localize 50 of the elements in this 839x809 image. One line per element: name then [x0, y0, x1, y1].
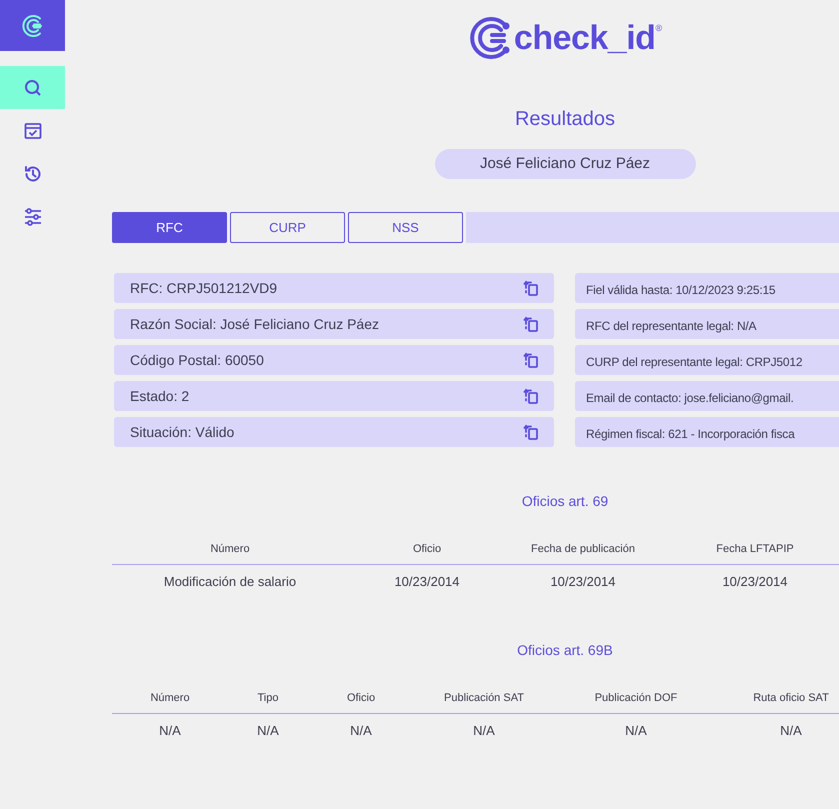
table-cell-text: Modificación de salario	[162, 574, 298, 589]
column-header: Ruta oficio SAT	[752, 692, 830, 704]
table-cell-text: N/A	[472, 723, 496, 738]
field-text: Razón Social: José Feliciano Cruz Páez	[130, 316, 380, 332]
field-text: RFC: CRPJ501212VD9	[130, 280, 278, 296]
tab[interactable]: RFC	[112, 212, 227, 243]
field-text: RFC del representante legal: N/A	[586, 319, 756, 333]
column-header: Fecha de publicación	[530, 543, 636, 555]
column-header: Publicación SAT	[443, 692, 525, 704]
column-header: Número	[149, 692, 191, 704]
column-header: Oficio	[412, 543, 442, 555]
column-header: Publicación DOF	[594, 692, 678, 704]
tab[interactable]: NSS	[348, 212, 463, 243]
table-cell-text: N/A	[779, 723, 803, 738]
field-text: Situación: Válido	[130, 424, 234, 440]
results-title: Resultados	[514, 107, 616, 132]
field-text: Email de contacto: jose.feliciano@gmail.	[586, 391, 794, 405]
copy-icon[interactable]	[522, 423, 540, 441]
table-cell-text: 10/23/2014	[721, 574, 789, 589]
field-text: Régimen fiscal: 621 - Incorporación fisca	[586, 427, 795, 441]
logo-icon	[20, 14, 44, 38]
table-cell-text: 10/23/2014	[393, 574, 461, 589]
field-text: Fiel válida hasta: 10/12/2023 9:25:15	[586, 283, 776, 297]
history-icon	[22, 164, 42, 184]
section-title: Oficios art. 69	[522, 493, 608, 509]
tab[interactable]: CURP	[230, 212, 345, 243]
table-cell-text: N/A	[158, 723, 182, 738]
sliders-icon	[22, 206, 42, 226]
copy-icon[interactable]	[522, 315, 540, 333]
copy-icon[interactable]	[522, 351, 540, 369]
section-title: Oficios art. 69B	[517, 642, 613, 658]
copy-icon[interactable]	[522, 387, 540, 405]
brand-tile[interactable]	[0, 0, 65, 51]
column-header: Número	[209, 543, 251, 555]
calendar-check-icon	[22, 120, 42, 140]
field-text: Código Postal: 60050	[130, 352, 264, 368]
field-text: Estado: 2	[130, 388, 190, 404]
column-header: Oficio	[346, 692, 376, 704]
person-name-pill: José Feliciano Cruz Páez	[434, 149, 696, 179]
copy-icon[interactable]	[522, 279, 540, 297]
check-id-logo: check_id®	[468, 15, 662, 61]
column-header: Tipo	[256, 692, 280, 704]
table-cell-text: N/A	[256, 723, 280, 738]
search-nav-item[interactable]	[0, 66, 65, 109]
table-cell-text: N/A	[624, 723, 648, 738]
column-header: Fecha LFTAPIP	[715, 543, 795, 555]
table-cell-text: 10/23/2014	[549, 574, 617, 589]
table-cell-text: N/A	[349, 723, 373, 738]
field-text: CURP del representante legal: CRPJ5012	[586, 355, 802, 369]
search-icon	[22, 78, 42, 98]
